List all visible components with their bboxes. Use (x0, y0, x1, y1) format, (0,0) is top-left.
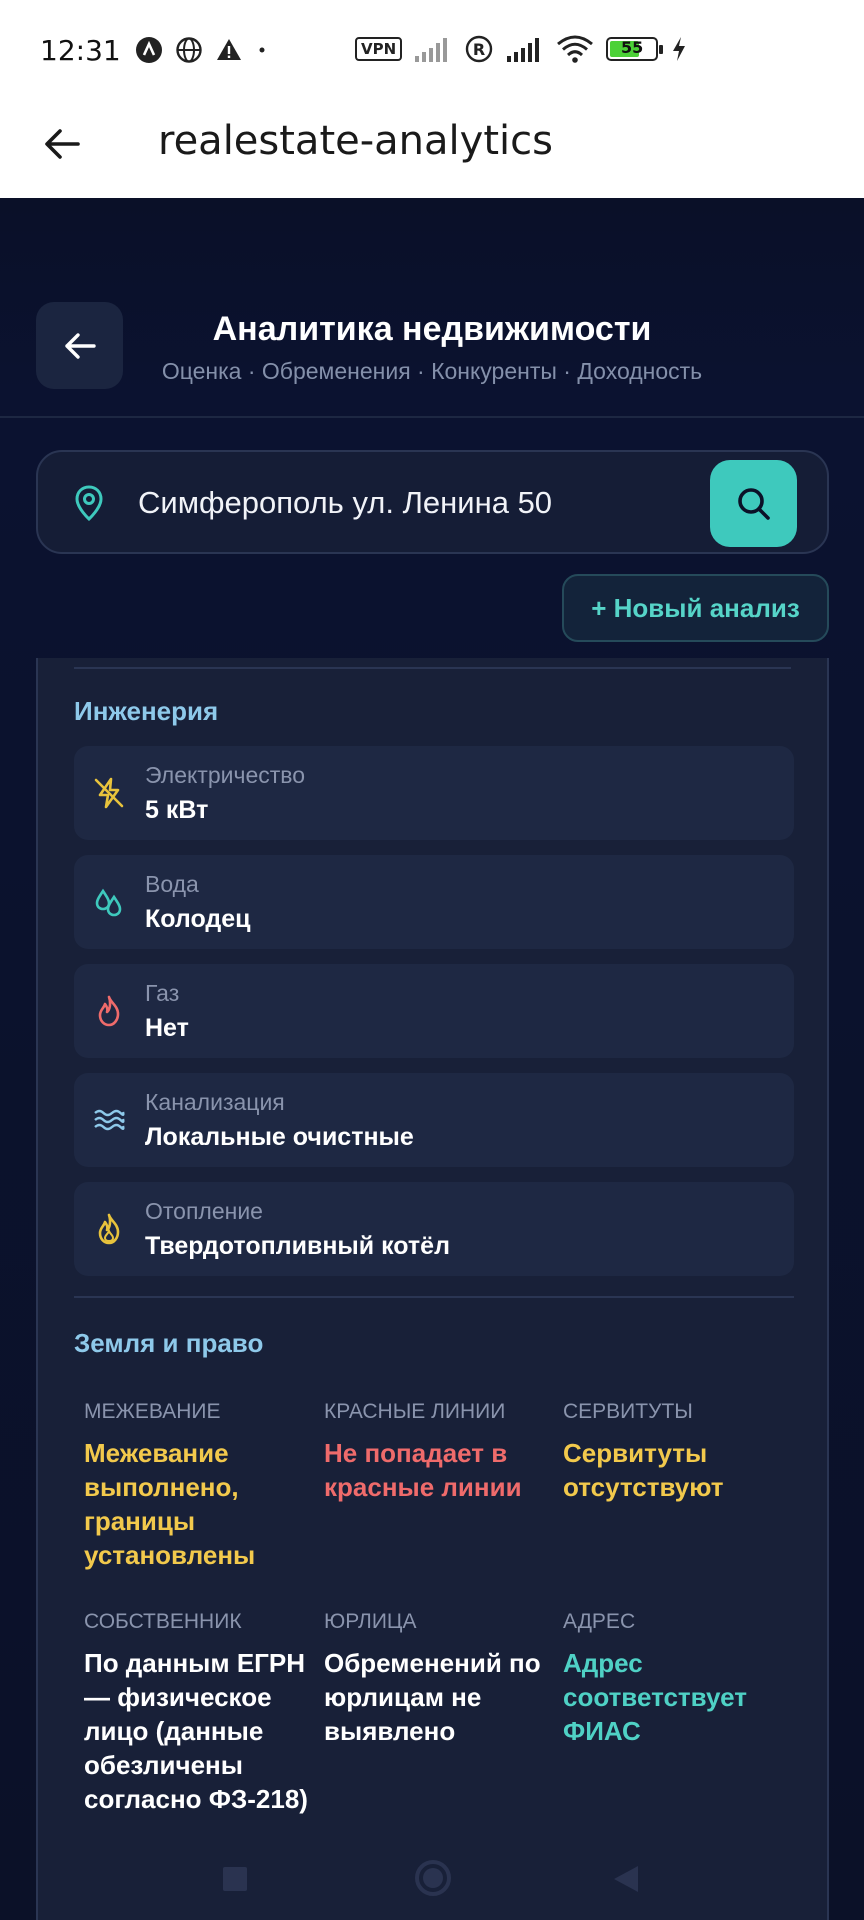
law-cell-heading: Адрес (563, 1610, 636, 1633)
utility-label: Отопление (145, 1198, 263, 1224)
law-cell-address: Адрес Адрес соответствует ФИАС (563, 1610, 788, 1748)
map-pin-icon (75, 485, 103, 522)
new-analysis-button[interactable]: + Новый анализ (562, 574, 829, 642)
status-time: 12:31 (40, 33, 121, 67)
wifi-icon (557, 35, 594, 63)
law-cell-easements: Сервитуты Сервитуты отсутствуют (563, 1400, 788, 1504)
back-nav-button[interactable] (612, 1864, 640, 1899)
utility-value: Нет (145, 1014, 189, 1042)
law-cell-legal-entities: Юрлица Обременений по юрлицам не выявлен… (324, 1610, 549, 1748)
card-divider (74, 667, 791, 669)
circle-icon (415, 1860, 451, 1896)
system-nav-bar (0, 1840, 864, 1920)
status-icons-right: VPN R 55 (355, 34, 688, 64)
page-title: Аналитика недвижимости (212, 310, 652, 348)
arrow-left-icon (45, 129, 80, 159)
law-cell-heading: Красные линии (324, 1400, 506, 1423)
section-title-land-law: Земля и право (74, 1328, 264, 1358)
utility-label: Газ (145, 980, 180, 1006)
utility-row-sewerage: Канализация Локальные очистные (74, 1073, 794, 1167)
law-cell-value: Адрес соответствует ФИАС (563, 1648, 747, 1746)
utility-label: Канализация (145, 1089, 285, 1115)
address-search-bar (36, 450, 829, 554)
flame-icon (92, 994, 126, 1028)
app-title: realestate-analytics (158, 118, 553, 164)
utility-value: Твердотопливный котёл (145, 1232, 450, 1260)
waves-icon (92, 1103, 126, 1137)
utility-label: Вода (145, 871, 199, 897)
law-cell-heading: Сервитуты (563, 1400, 693, 1423)
law-cell-value: Сервитуты отсутствуют (563, 1438, 724, 1502)
law-cell-value: Межевание выполнено, границы установлены (84, 1438, 256, 1570)
law-cell-heading: Юрлица (324, 1610, 417, 1633)
section-divider (74, 1296, 794, 1298)
law-cell-owner: Собственник По данным ЕГРН — физическое … (84, 1610, 309, 1816)
law-cell-surveying: Межевание Межевание выполнено, границы у… (84, 1400, 309, 1572)
app-back-button[interactable] (38, 120, 86, 168)
utility-row-electricity: Электричество 5 кВт (74, 746, 794, 840)
law-cell-value: По данным ЕГРН — физическое лицо (данные… (84, 1648, 308, 1814)
main-content: Аналитика недвижимости Оценка · Обремене… (0, 198, 864, 1920)
search-icon (737, 487, 770, 520)
law-cell-red-lines: Красные линии Не попадает в красные лини… (324, 1400, 549, 1504)
home-button[interactable] (413, 1858, 453, 1903)
battery-icon: 55 (606, 37, 664, 61)
svg-text:R: R (473, 40, 485, 59)
address-search-input[interactable] (138, 472, 698, 534)
utility-label: Электричество (145, 762, 306, 788)
app-notification-icon (135, 37, 162, 63)
app-bar: realestate-analytics (0, 100, 864, 198)
lightning-off-icon (92, 776, 126, 810)
droplets-icon (92, 885, 126, 919)
law-cell-heading: Собственник (84, 1610, 242, 1633)
utility-row-gas: Газ Нет (74, 964, 794, 1058)
law-cell-heading: Межевание (84, 1400, 221, 1423)
battery-level: 55 (621, 38, 644, 57)
triangle-back-icon (614, 1866, 638, 1892)
law-cell-value: Обременений по юрлицам не выявлено (324, 1648, 541, 1746)
law-cell-value: Не попадает в красные линии (324, 1438, 522, 1502)
header-divider (0, 416, 864, 418)
utility-row-heating: Отопление Твердотопливный котёл (74, 1182, 794, 1276)
square-icon (223, 1867, 247, 1891)
utility-value: 5 кВт (145, 796, 209, 824)
warning-icon (216, 39, 241, 60)
utility-value: Локальные очистные (145, 1123, 414, 1151)
recents-button[interactable] (222, 1866, 248, 1897)
status-bar: 12:31 VPN R 55 (0, 0, 864, 100)
section-title-engineering: Инженерия (74, 696, 219, 726)
roaming-icon: R (465, 35, 493, 63)
globe-icon (176, 37, 202, 63)
utility-value: Колодец (145, 905, 251, 933)
analysis-card: Инженерия Электричество 5 кВт Вода Колод… (36, 658, 829, 1920)
signal-strong-icon (507, 38, 540, 62)
page-subtitle: Оценка · Обременения · Конкуренты · Дохо… (161, 358, 703, 384)
signal-weak-icon (415, 38, 448, 62)
status-icons-left (135, 36, 269, 64)
fire-icon (92, 1212, 126, 1246)
charging-icon (673, 37, 686, 61)
search-button[interactable] (710, 460, 797, 547)
utility-row-water: Вода Колодец (74, 855, 794, 949)
dot-icon (259, 47, 265, 53)
vpn-badge: VPN (355, 37, 403, 61)
